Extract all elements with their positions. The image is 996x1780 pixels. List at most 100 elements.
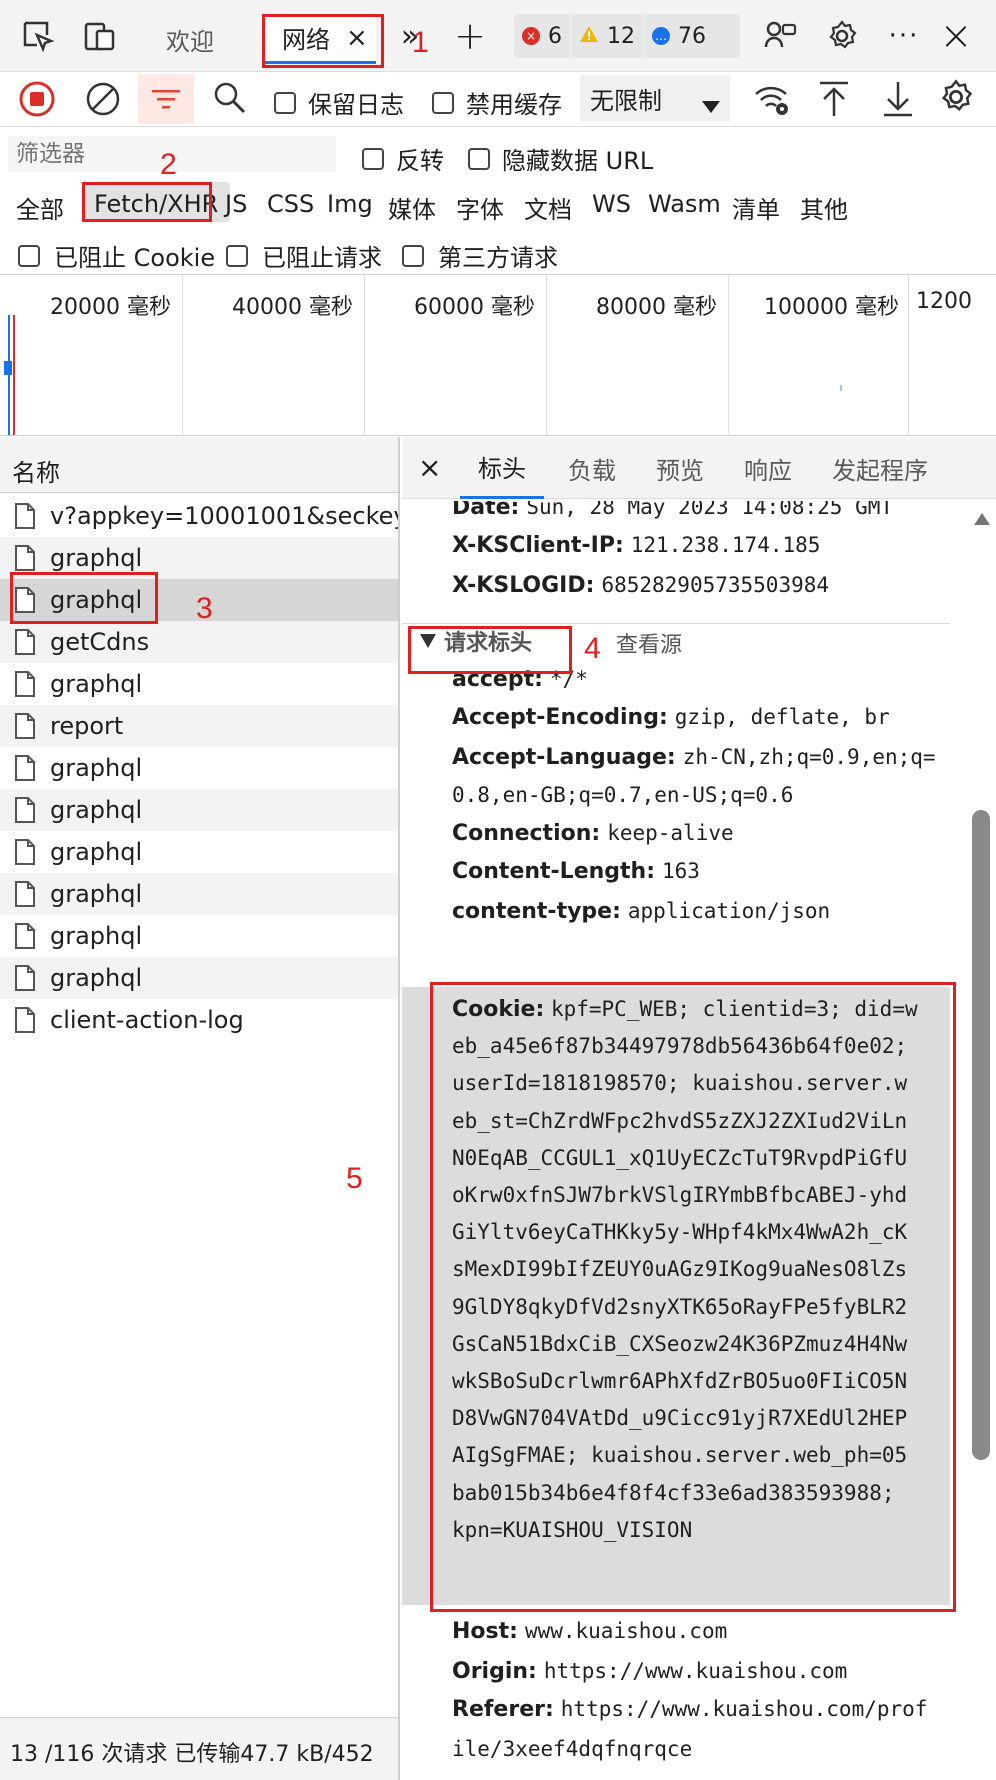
search-icon[interactable]: [212, 80, 248, 120]
close-devtools-glyph: ×: [939, 13, 973, 59]
header-value: gzip, deflate, br: [674, 705, 890, 729]
filter-toggle-icon[interactable]: [138, 74, 194, 124]
response-header-row: X-KSClient-IP: 121.238.174.185: [452, 533, 820, 558]
clear-log-icon[interactable]: [84, 80, 122, 122]
tab-initiator[interactable]: 发起程序: [814, 437, 946, 499]
type-filter-media[interactable]: 媒体: [388, 190, 436, 225]
blocked-cookies-box[interactable]: [18, 244, 40, 267]
preserve-log-checkbox[interactable]: 保留日志: [274, 85, 404, 120]
request-name: graphql: [50, 880, 143, 908]
third-party-checkbox[interactable]: 第三方请求: [402, 238, 558, 273]
settings-gear-icon[interactable]: [820, 14, 864, 58]
request-row[interactable]: graphql: [0, 915, 398, 957]
add-tab-icon[interactable]: +: [448, 14, 492, 58]
request-row[interactable]: graphql: [0, 747, 398, 789]
device-emulation-icon[interactable]: [78, 14, 122, 58]
request-row[interactable]: graphql: [0, 957, 398, 999]
type-filter-js[interactable]: JS: [225, 190, 247, 218]
message-count[interactable]: … 76: [644, 14, 714, 58]
header-name: Accept-Encoding:: [452, 705, 668, 730]
import-har-icon[interactable]: [816, 80, 852, 122]
tab-payload[interactable]: 负载: [550, 437, 634, 499]
request-row[interactable]: graphql: [0, 789, 398, 831]
header-value: https://www.kuaishou.com/prof: [560, 1697, 928, 1721]
message-count-value: 76: [678, 23, 706, 49]
header-name: Referer:: [452, 1697, 554, 1722]
timeline-gridline: [908, 275, 909, 435]
close-details-icon[interactable]: ×: [418, 451, 441, 484]
request-row[interactable]: getCdns: [0, 621, 398, 663]
document-file-icon: [14, 544, 36, 572]
request-header-row: Referer: https://www.kuaishou.com/prof: [452, 1697, 927, 1722]
details-tab-bar: × 标头 负载 预览 响应 发起程序: [402, 437, 996, 499]
annotation-box-cookie: [430, 982, 956, 1612]
tab-welcome[interactable]: 欢迎: [146, 14, 236, 64]
blocked-requests-box[interactable]: [226, 244, 248, 267]
throttle-select[interactable]: 无限制: [580, 75, 730, 121]
network-summary-bar: 13 /116 次请求 已传输47.7 kB/452: [0, 1717, 398, 1780]
blocked-requests-checkbox[interactable]: 已阻止请求: [226, 238, 382, 273]
connect-devices-icon[interactable]: [758, 14, 802, 58]
blocked-cookies-label: 已阻止 Cookie: [54, 244, 216, 272]
type-filter-other[interactable]: 其他: [800, 190, 848, 225]
type-filter-manifest[interactable]: 清单: [732, 190, 780, 225]
type-filter-all[interactable]: 全部: [16, 190, 64, 225]
annotation-number: 5: [346, 1162, 363, 1195]
type-filter-doc[interactable]: 文档: [524, 190, 572, 225]
request-row[interactable]: client-action-log: [0, 999, 398, 1041]
request-header-row: Host: www.kuaishou.com: [452, 1619, 727, 1644]
error-icon: ×: [522, 27, 540, 45]
annotation-box-graphql-request: [10, 572, 158, 624]
tab-preview[interactable]: 预览: [638, 437, 722, 499]
header-value: 685282905735503984: [601, 573, 830, 597]
record-stop-icon[interactable]: [18, 80, 56, 122]
request-row[interactable]: graphql: [0, 831, 398, 873]
request-name: client-action-log: [50, 1006, 244, 1034]
close-devtools-icon[interactable]: ×: [934, 13, 978, 59]
scrollbar-thumb[interactable]: [972, 810, 990, 1460]
request-name: graphql: [50, 544, 143, 572]
issue-counters[interactable]: × 6 12 … 76: [514, 14, 740, 58]
more-options-icon[interactable]: ···: [882, 14, 926, 58]
network-overview-timeline[interactable]: 20000 毫秒 40000 毫秒 60000 毫秒 80000 毫秒 1000…: [0, 274, 996, 436]
type-filter-wasm[interactable]: Wasm: [648, 190, 721, 218]
disable-cache-checkbox[interactable]: 禁用缓存: [432, 85, 562, 120]
request-row[interactable]: graphql: [0, 873, 398, 915]
type-filter-css[interactable]: CSS: [267, 190, 314, 218]
header-value: application/json: [627, 899, 831, 923]
timeline-request-bar: [840, 385, 842, 391]
disable-cache-box[interactable]: [432, 91, 454, 114]
network-settings-gear-icon[interactable]: [937, 78, 975, 120]
type-filter-ws[interactable]: WS: [592, 190, 631, 218]
name-column-header[interactable]: 名称: [0, 437, 398, 493]
view-source-link[interactable]: 查看源: [616, 627, 682, 659]
request-name: graphql: [50, 754, 143, 782]
tab-headers[interactable]: 标头: [460, 437, 544, 499]
invert-checkbox[interactable]: 反转: [362, 141, 444, 176]
warning-count[interactable]: 12: [571, 14, 644, 58]
header-value: www.kuaishou.com: [524, 1619, 728, 1643]
type-filter-font[interactable]: 字体: [456, 190, 504, 225]
request-row[interactable]: report: [0, 705, 398, 747]
network-conditions-icon[interactable]: [752, 80, 792, 122]
hide-data-url-checkbox[interactable]: 隐藏数据 URL: [468, 141, 653, 176]
document-file-icon: [14, 628, 36, 656]
third-party-box[interactable]: [402, 244, 424, 267]
timeline-tick-label: 100000 毫秒: [764, 295, 899, 320]
timeline-dom-marker: [8, 315, 10, 435]
inspect-element-icon[interactable]: [16, 14, 60, 58]
error-count[interactable]: × 6: [514, 14, 571, 58]
export-har-icon[interactable]: [880, 80, 916, 122]
type-filter-img[interactable]: Img: [327, 190, 373, 218]
scroll-up-arrow-icon[interactable]: [974, 510, 990, 529]
hide-data-url-box[interactable]: [468, 147, 490, 170]
request-name: graphql: [50, 796, 143, 824]
request-row[interactable]: graphql: [0, 663, 398, 705]
blocked-cookies-checkbox[interactable]: 已阻止 Cookie: [18, 238, 215, 273]
tab-response[interactable]: 响应: [726, 437, 810, 499]
tab-welcome-label: 欢迎: [166, 27, 214, 56]
request-header-row: Content-Length: 163: [452, 859, 700, 884]
invert-box[interactable]: [362, 147, 384, 170]
preserve-log-box[interactable]: [274, 91, 296, 114]
request-row[interactable]: v?appkey=10001001&seckey...: [0, 495, 398, 537]
